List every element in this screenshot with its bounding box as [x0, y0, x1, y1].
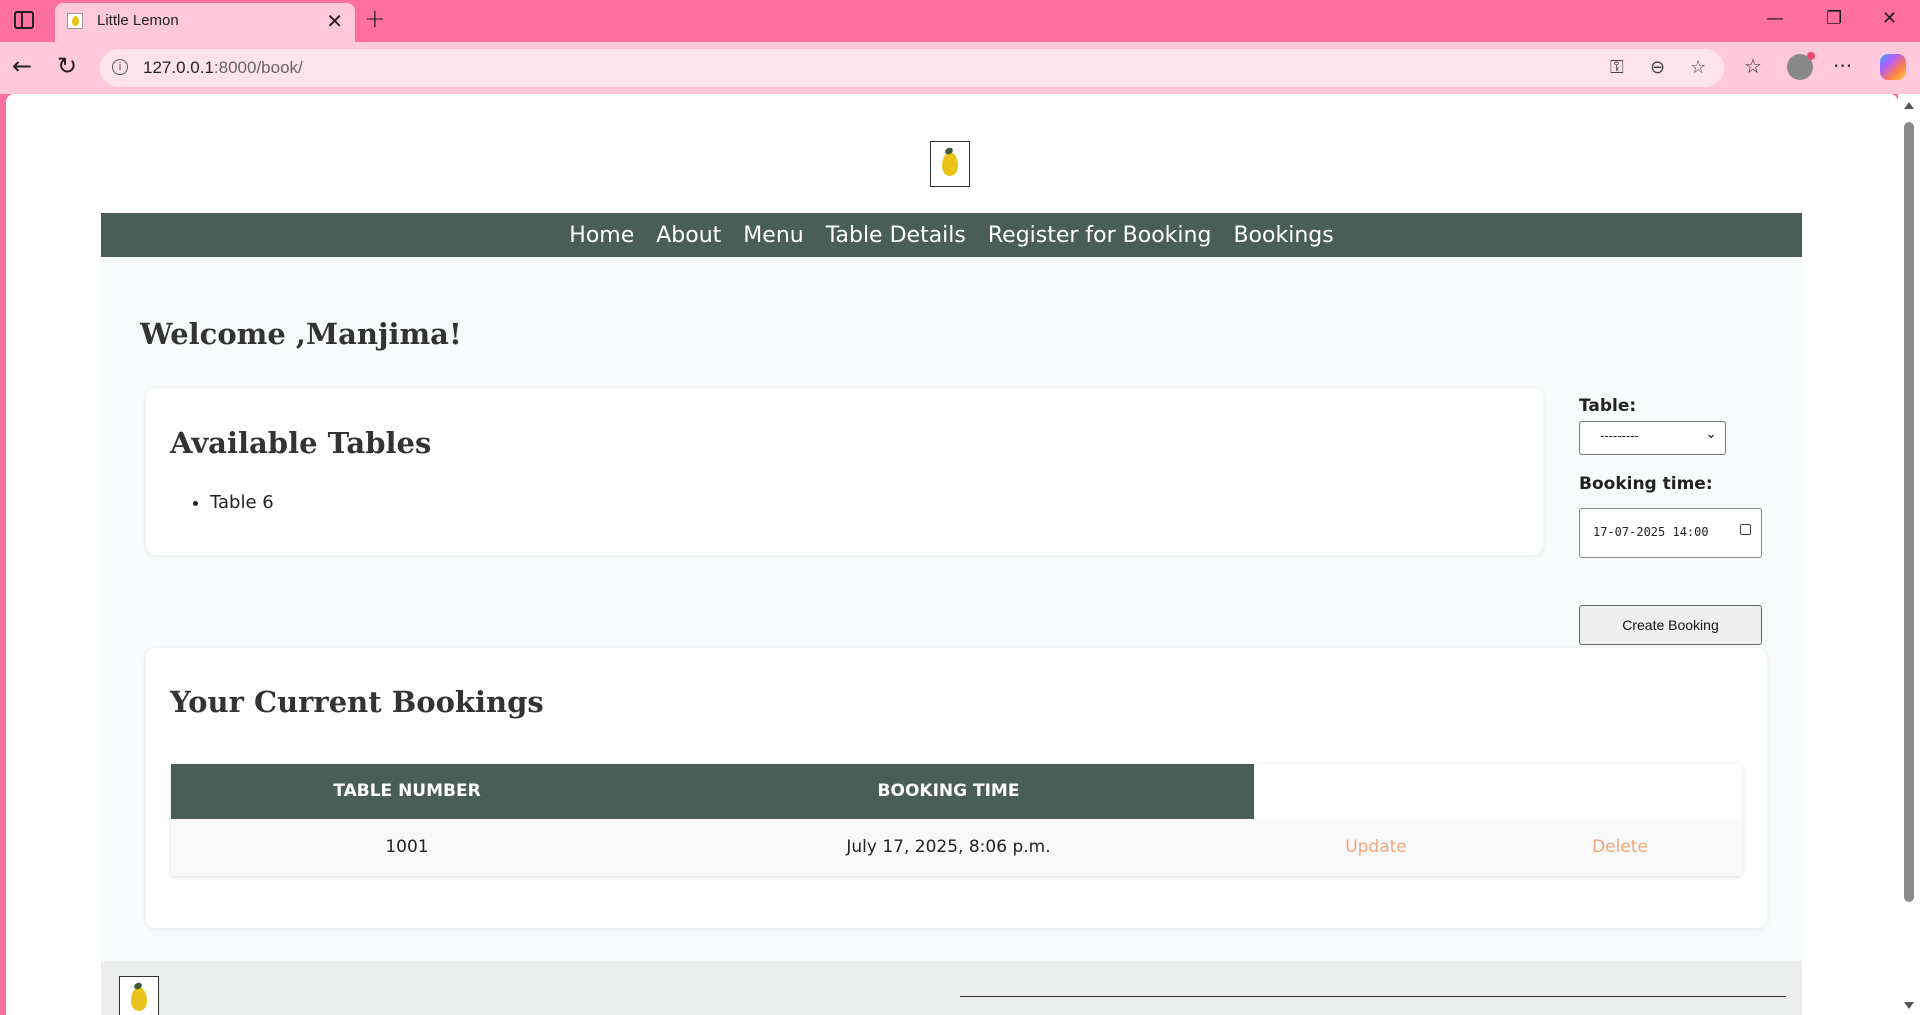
booking-form: Table: --------- ⌄ Booking time: 17-07-2…	[1579, 396, 1762, 645]
minimize-icon[interactable]: —	[1766, 8, 1784, 29]
table-select-value: ---------	[1600, 429, 1639, 443]
close-tab-icon[interactable]: ✕	[326, 9, 343, 33]
scroll-up-icon[interactable]	[1904, 102, 1914, 109]
profile-avatar[interactable]	[1787, 52, 1815, 80]
address-bar[interactable]: i 127.0.0.1:8000/book/ ⚿ ⊖ ☆	[100, 49, 1724, 87]
nav-home[interactable]: Home	[569, 223, 634, 248]
create-booking-button[interactable]: Create Booking	[1579, 605, 1762, 645]
list-item: Table 6	[210, 492, 274, 513]
table-select[interactable]: --------- ⌄	[1579, 421, 1726, 455]
nav-about[interactable]: About	[656, 223, 721, 248]
site-logo[interactable]	[930, 141, 970, 187]
welcome-heading: Welcome ,Manjima!	[140, 317, 462, 351]
scroll-down-icon[interactable]	[1904, 1002, 1914, 1009]
update-link[interactable]: Update	[1254, 819, 1498, 876]
current-bookings-title: Your Current Bookings	[170, 685, 544, 719]
copilot-icon[interactable]	[1880, 54, 1906, 80]
browser-tab-bar: Little Lemon ✕ + — ❐ ✕	[0, 0, 1920, 42]
booking-time-value: 17-07-2025 14:00	[1593, 525, 1709, 539]
new-tab-icon[interactable]: +	[364, 4, 386, 34]
page-scrollbar[interactable]	[1898, 94, 1920, 1015]
available-tables-card: Available Tables Table 6	[146, 388, 1543, 555]
footer	[101, 961, 1802, 1015]
footer-logo[interactable]	[119, 976, 159, 1015]
chevron-down-icon: ⌄	[1705, 426, 1717, 442]
booking-time-input[interactable]: 17-07-2025 14:00	[1579, 508, 1762, 558]
favorite-star-icon[interactable]: ☆	[1690, 57, 1706, 78]
header-table-number: TABLE NUMBER	[333, 781, 481, 801]
nav-register-booking[interactable]: Register for Booking	[988, 223, 1212, 248]
zoom-icon[interactable]: ⊖	[1650, 57, 1665, 78]
more-menu-icon[interactable]: ···	[1833, 54, 1852, 78]
booking-time-label: Booking time:	[1579, 474, 1713, 494]
sidebar-toggle-icon[interactable]	[14, 11, 34, 29]
nav-menu[interactable]: Menu	[743, 223, 803, 248]
lemon-icon	[131, 987, 147, 1011]
lemon-icon	[942, 152, 958, 176]
table-header: TABLE NUMBER BOOKING TIME	[171, 764, 1254, 819]
restore-icon[interactable]: ❐	[1826, 8, 1842, 29]
table-row: 1001 July 17, 2025, 8:06 p.m. Update Del…	[171, 819, 1742, 876]
scroll-thumb[interactable]	[1904, 122, 1914, 902]
delete-link[interactable]: Delete	[1498, 819, 1742, 876]
nav-table-details[interactable]: Table Details	[826, 223, 966, 248]
browser-toolbar: ← ↻ i 127.0.0.1:8000/book/ ⚿ ⊖ ☆ ☆ ···	[0, 42, 1920, 94]
available-tables-list: Table 6	[186, 492, 274, 513]
reload-icon[interactable]: ↻	[57, 52, 77, 80]
close-window-icon[interactable]: ✕	[1882, 8, 1897, 29]
cell-table-number: 1001	[385, 837, 429, 857]
favorites-icon[interactable]: ☆	[1744, 54, 1762, 78]
header-booking-time: BOOKING TIME	[877, 781, 1020, 801]
favicon-icon	[67, 13, 83, 29]
site-info-icon[interactable]: i	[112, 59, 128, 75]
available-tables-title: Available Tables	[170, 426, 432, 460]
current-bookings-card: Your Current Bookings TABLE NUMBER BOOKI…	[146, 648, 1767, 928]
url-text: 127.0.0.1:8000/book/	[143, 58, 303, 77]
main-navbar: Home About Menu Table Details Register f…	[101, 213, 1802, 257]
cell-booking-time: July 17, 2025, 8:06 p.m.	[846, 837, 1051, 857]
browser-tab[interactable]: Little Lemon ✕	[55, 3, 355, 42]
tab-title: Little Lemon	[97, 12, 179, 29]
bookings-table: TABLE NUMBER BOOKING TIME 1001 July 17, …	[171, 764, 1742, 876]
main-content: Welcome ,Manjima! Available Tables Table…	[101, 257, 1802, 961]
footer-divider	[960, 996, 1786, 997]
page-viewport: Home About Menu Table Details Register f…	[6, 94, 1898, 1015]
key-icon[interactable]: ⚿	[1610, 57, 1624, 78]
calendar-icon[interactable]	[1740, 524, 1751, 535]
nav-bookings[interactable]: Bookings	[1233, 223, 1333, 248]
back-icon[interactable]: ←	[12, 52, 32, 80]
table-label: Table:	[1579, 396, 1637, 416]
